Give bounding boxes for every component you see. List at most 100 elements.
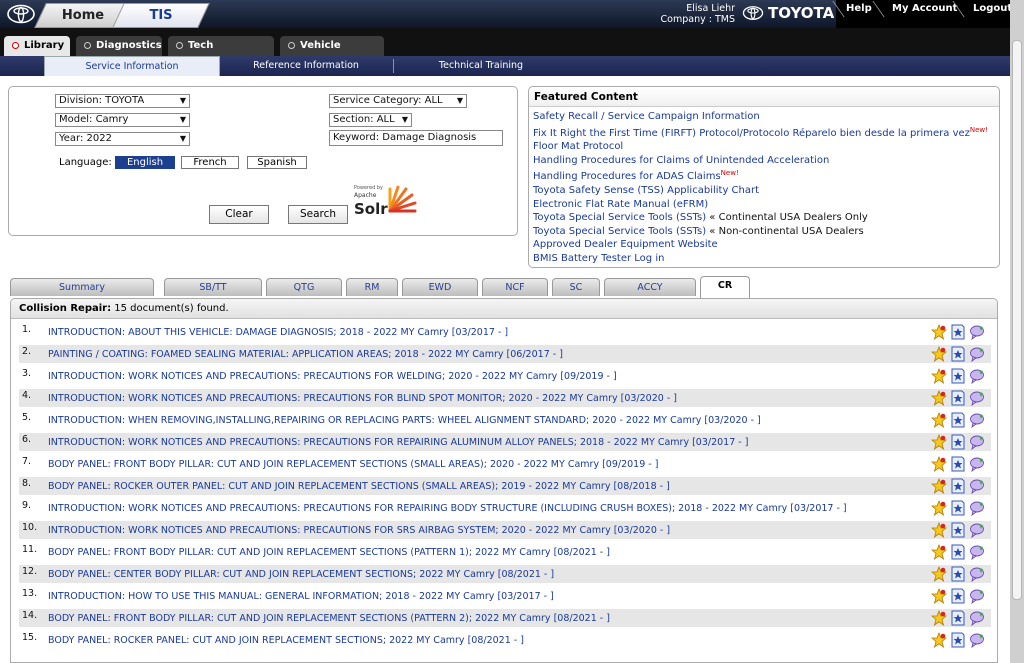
comment-bubble-icon[interactable] (969, 368, 985, 385)
favorite-star-icon[interactable] (930, 609, 948, 626)
clear-button[interactable]: Clear (209, 205, 269, 224)
comment-bubble-icon[interactable] (969, 500, 985, 517)
favorite-star-icon[interactable] (930, 499, 948, 516)
favorite-star-icon[interactable] (930, 587, 948, 604)
language-english-button[interactable]: English (115, 156, 175, 169)
favorite-star-icon[interactable] (930, 455, 948, 472)
featured-item[interactable]: Toyota Special Service Tools (SSTs) « No… (533, 225, 999, 239)
bookmark-star-icon[interactable] (950, 610, 966, 626)
document-link[interactable]: INTRODUCTION: WORK NOTICES AND PRECAUTIO… (48, 392, 677, 406)
tab-accy[interactable]: ACCY (604, 278, 696, 296)
document-link[interactable]: BODY PANEL: FRONT BODY PILLAR: CUT AND J… (48, 612, 610, 626)
keyword-input[interactable]: Keyword: Damage Diagnosis (329, 130, 503, 146)
featured-item[interactable]: Floor Mat Protocol (533, 140, 999, 154)
document-link[interactable]: BODY PANEL: ROCKER PANEL: CUT AND JOIN R… (48, 634, 524, 648)
comment-bubble-icon[interactable] (969, 324, 985, 341)
favorite-star-icon[interactable] (930, 631, 948, 648)
comment-bubble-icon[interactable] (969, 456, 985, 473)
featured-item[interactable]: Safety Recall / Service Campaign Informa… (533, 110, 999, 124)
favorite-star-icon[interactable] (930, 367, 948, 384)
featured-item[interactable]: Toyota Safety Sense (TSS) Applicability … (533, 184, 999, 198)
help-link[interactable]: Help (846, 3, 872, 14)
section-select[interactable]: Section: ALL ▼ (329, 113, 412, 127)
document-link[interactable]: INTRODUCTION: HOW TO USE THIS MANUAL: GE… (48, 590, 554, 604)
document-link[interactable]: INTRODUCTION: WHEN REMOVING,INSTALLING,R… (48, 414, 761, 428)
featured-item[interactable]: BMIS Battery Tester Log in (533, 252, 999, 266)
tab-summary[interactable]: Summary (10, 278, 154, 296)
year-select[interactable]: Year: 2022 ▼ (55, 132, 190, 146)
comment-bubble-icon[interactable] (969, 566, 985, 583)
bookmark-star-icon[interactable] (950, 324, 966, 340)
tab-ewd[interactable]: EWD (402, 278, 478, 296)
bookmark-star-icon[interactable] (950, 632, 966, 648)
bookmark-star-icon[interactable] (950, 434, 966, 450)
favorite-star-icon[interactable] (930, 345, 948, 362)
tab-ncf[interactable]: NCF (482, 278, 548, 296)
document-link[interactable]: INTRODUCTION: WORK NOTICES AND PRECAUTIO… (48, 436, 748, 450)
document-link[interactable]: BODY PANEL: CENTER BODY PILLAR: CUT AND … (48, 568, 554, 582)
document-link[interactable]: BODY PANEL: FRONT BODY PILLAR: CUT AND J… (48, 458, 658, 472)
featured-item[interactable]: Handling Procedures for Claims of Uninte… (533, 154, 999, 168)
document-link[interactable]: INTRODUCTION: ABOUT THIS VEHICLE: DAMAGE… (48, 326, 508, 340)
comment-bubble-icon[interactable] (969, 544, 985, 561)
division-select[interactable]: Division: TOYOTA ▼ (55, 94, 190, 108)
document-link[interactable]: PAINTING / COATING: FOAMED SEALING MATER… (48, 348, 563, 362)
tab-qtg[interactable]: QTG (266, 278, 342, 296)
tab-diagnostics[interactable]: Diagnostics (76, 36, 162, 56)
bookmark-star-icon[interactable] (950, 412, 966, 428)
document-link[interactable]: BODY PANEL: ROCKER OUTER PANEL: CUT AND … (48, 480, 670, 494)
featured-item[interactable]: Handling Procedures for ADAS ClaimsNew! (533, 167, 999, 184)
scrollbar-thumb[interactable] (1012, 40, 1022, 600)
tab-sc[interactable]: SC (552, 278, 600, 296)
bookmark-star-icon[interactable] (950, 566, 966, 582)
featured-item[interactable]: Toyota Special Service Tools (SSTs) « Co… (533, 211, 999, 225)
tab-sb-tt[interactable]: SB/TT (164, 278, 262, 296)
featured-item-link[interactable]: Safety Recall / Service Campaign Informa… (533, 111, 760, 122)
featured-item-link[interactable]: Electronic Flat Rate Manual (eFRM) (533, 199, 708, 210)
document-link[interactable]: INTRODUCTION: WORK NOTICES AND PRECAUTIO… (48, 524, 670, 538)
comment-bubble-icon[interactable] (969, 478, 985, 495)
featured-item-link[interactable]: Approved Dealer Equipment Website (533, 239, 718, 250)
featured-item[interactable]: Electronic Flat Rate Manual (eFRM) (533, 198, 999, 212)
language-spanish-button[interactable]: Spanish (247, 156, 307, 169)
favorite-star-icon[interactable] (930, 389, 948, 406)
logout-link[interactable]: Logout (973, 3, 1012, 14)
featured-item-link[interactable]: Toyota Special Service Tools (SSTs) (533, 212, 706, 223)
my-account-link[interactable]: My Account (892, 3, 957, 14)
comment-bubble-icon[interactable] (969, 588, 985, 605)
model-select[interactable]: Model: Camry ▼ (55, 113, 190, 127)
tab-technical-training[interactable]: Technical Training (400, 56, 562, 76)
bookmark-star-icon[interactable] (950, 522, 966, 538)
bookmark-star-icon[interactable] (950, 588, 966, 604)
bookmark-star-icon[interactable] (950, 544, 966, 560)
language-french-button[interactable]: French (181, 156, 239, 169)
favorite-star-icon[interactable] (930, 543, 948, 560)
tab-reference-information[interactable]: Reference Information (230, 56, 382, 76)
search-button[interactable]: Search (288, 205, 348, 224)
favorite-star-icon[interactable] (930, 323, 948, 340)
comment-bubble-icon[interactable] (969, 610, 985, 627)
featured-item-link[interactable]: Handling Procedures for Claims of Uninte… (533, 155, 829, 166)
featured-item-link[interactable]: Toyota Special Service Tools (SSTs) (533, 226, 706, 237)
featured-item-link[interactable]: Fix It Right the First Time (FIRFT) Prot… (533, 128, 970, 139)
bookmark-star-icon[interactable] (950, 478, 966, 494)
featured-item[interactable]: Fix It Right the First Time (FIRFT) Prot… (533, 124, 999, 141)
service-category-select[interactable]: Service Category: ALL ▼ (329, 94, 467, 108)
favorite-star-icon[interactable] (930, 477, 948, 494)
bookmark-star-icon[interactable] (950, 500, 966, 516)
tab-rm[interactable]: RM (346, 278, 398, 296)
document-link[interactable]: INTRODUCTION: WORK NOTICES AND PRECAUTIO… (48, 370, 617, 384)
featured-item-link[interactable]: Floor Mat Protocol (533, 141, 623, 152)
comment-bubble-icon[interactable] (969, 632, 985, 649)
featured-item-link[interactable]: Handling Procedures for ADAS Claims (533, 171, 721, 182)
document-link[interactable]: INTRODUCTION: WORK NOTICES AND PRECAUTIO… (48, 502, 847, 516)
tis-tab[interactable]: TIS (112, 3, 210, 28)
bookmark-star-icon[interactable] (950, 368, 966, 384)
comment-bubble-icon[interactable] (969, 412, 985, 429)
featured-item[interactable]: Approved Dealer Equipment Website (533, 238, 999, 252)
comment-bubble-icon[interactable] (969, 390, 985, 407)
comment-bubble-icon[interactable] (969, 346, 985, 363)
tab-vehicle-inquiry[interactable]: Vehicle Inquiry (280, 36, 384, 71)
favorite-star-icon[interactable] (930, 433, 948, 450)
bookmark-star-icon[interactable] (950, 390, 966, 406)
